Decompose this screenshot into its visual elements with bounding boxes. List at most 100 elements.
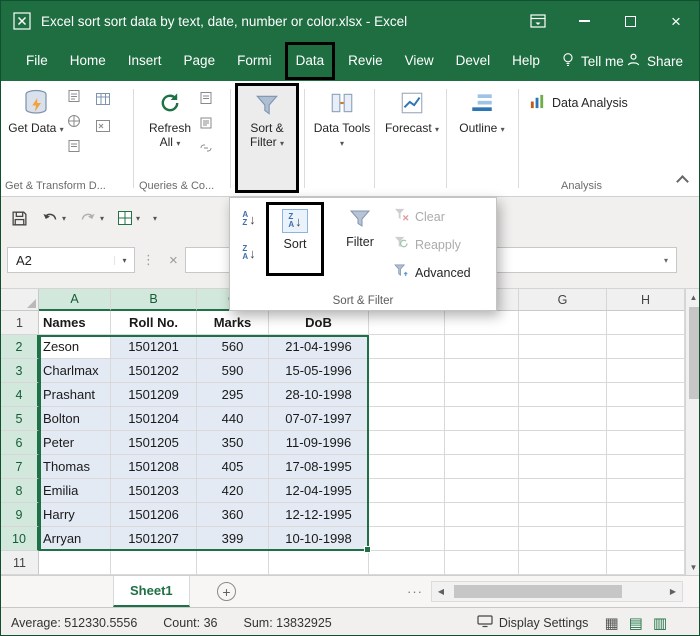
cell-H7[interactable]: [607, 455, 685, 479]
cell-G7[interactable]: [519, 455, 607, 479]
horizontal-scrollbar[interactable]: ◀ ▶: [431, 581, 683, 602]
row-header-7[interactable]: 7: [1, 455, 39, 479]
vertical-scrollbar-thumb[interactable]: [689, 307, 699, 399]
cell-D5[interactable]: 07-07-1997: [269, 407, 369, 431]
tab-view[interactable]: View: [394, 41, 445, 81]
formula-bar-grip-icon[interactable]: ⋮: [142, 252, 155, 268]
cell-B6[interactable]: 1501205: [111, 431, 197, 455]
cell-G6[interactable]: [519, 431, 607, 455]
select-all-corner[interactable]: [1, 289, 39, 311]
cell-F7[interactable]: [445, 455, 519, 479]
cell-F9[interactable]: [445, 503, 519, 527]
collapse-ribbon-icon[interactable]: [676, 175, 689, 188]
cell-E11[interactable]: [369, 551, 445, 575]
cell-G10[interactable]: [519, 527, 607, 551]
close-button[interactable]: ×: [653, 1, 699, 41]
cell-F1[interactable]: [445, 311, 519, 335]
row-header-1[interactable]: 1: [1, 311, 39, 335]
cell-G2[interactable]: [519, 335, 607, 359]
tab-home[interactable]: Home: [59, 41, 117, 81]
cell-A4[interactable]: Prashant: [39, 383, 111, 407]
sort-descending-button[interactable]: ZA ↓: [236, 240, 262, 266]
cell-A10[interactable]: Arryan: [39, 527, 111, 551]
horizontal-scrollbar-thumb[interactable]: [454, 585, 622, 598]
cell-E6[interactable]: [369, 431, 445, 455]
data-analysis-button[interactable]: Data Analysis: [529, 93, 628, 113]
cell-E10[interactable]: [369, 527, 445, 551]
cell-E5[interactable]: [369, 407, 445, 431]
cell-F3[interactable]: [445, 359, 519, 383]
cell-H10[interactable]: [607, 527, 685, 551]
clear-button[interactable]: Clear: [394, 208, 445, 225]
column-header-B[interactable]: B: [111, 289, 197, 311]
cell-G8[interactable]: [519, 479, 607, 503]
cell-C9[interactable]: 360: [197, 503, 269, 527]
cell-B11[interactable]: [111, 551, 197, 575]
cell-D2[interactable]: 21-04-1996: [269, 335, 369, 359]
vertical-scrollbar[interactable]: ▲ ▼: [685, 289, 700, 575]
cell-D1[interactable]: DoB: [269, 311, 369, 335]
cell-B10[interactable]: 1501207: [111, 527, 197, 551]
forecast-button[interactable]: Forecast ▾: [383, 85, 441, 137]
from-text-icon[interactable]: [67, 89, 81, 108]
refresh-all-button[interactable]: Refresh All ▾: [141, 85, 199, 151]
scroll-down-icon[interactable]: ▼: [686, 559, 700, 575]
cell-H4[interactable]: [607, 383, 685, 407]
cell-D9[interactable]: 12-12-1995: [269, 503, 369, 527]
cell-E4[interactable]: [369, 383, 445, 407]
cell-H11[interactable]: [607, 551, 685, 575]
tab-formi[interactable]: Formi: [226, 41, 283, 81]
cell-H5[interactable]: [607, 407, 685, 431]
cell-C6[interactable]: 350: [197, 431, 269, 455]
row-header-3[interactable]: 3: [1, 359, 39, 383]
redo-button[interactable]: ▾: [79, 211, 104, 226]
column-header-A[interactable]: A: [39, 289, 111, 311]
cell-A11[interactable]: [39, 551, 111, 575]
name-box-dropdown-icon[interactable]: ▾: [114, 256, 134, 265]
cell-E3[interactable]: [369, 359, 445, 383]
from-table-icon[interactable]: [95, 91, 111, 112]
row-header-10[interactable]: 10: [1, 527, 39, 551]
row-header-5[interactable]: 5: [1, 407, 39, 431]
cell-H1[interactable]: [607, 311, 685, 335]
cell-D7[interactable]: 17-08-1995: [269, 455, 369, 479]
filter-button[interactable]: Filter: [334, 206, 386, 272]
cell-A8[interactable]: Emilia: [39, 479, 111, 503]
new-sheet-button[interactable]: +: [217, 582, 236, 601]
cell-D3[interactable]: 15-05-1996: [269, 359, 369, 383]
properties-icon[interactable]: [199, 116, 213, 135]
minimize-button[interactable]: [561, 1, 607, 41]
cell-E9[interactable]: [369, 503, 445, 527]
cell-A3[interactable]: Charlmax: [39, 359, 111, 383]
cell-E7[interactable]: [369, 455, 445, 479]
sort-ascending-button[interactable]: AZ ↓: [236, 206, 262, 232]
cell-D10[interactable]: 10-10-1998: [269, 527, 369, 551]
scroll-up-icon[interactable]: ▲: [686, 289, 700, 305]
tab-help[interactable]: Help: [501, 41, 551, 81]
cell-G11[interactable]: [519, 551, 607, 575]
get-data-button[interactable]: Get Data ▾: [7, 85, 65, 137]
cell-F2[interactable]: [445, 335, 519, 359]
cell-B1[interactable]: Roll No.: [111, 311, 197, 335]
recent-sources-icon[interactable]: [67, 139, 81, 158]
cell-A7[interactable]: Thomas: [39, 455, 111, 479]
from-web-icon[interactable]: [67, 114, 81, 133]
cell-C5[interactable]: 440: [197, 407, 269, 431]
cell-F11[interactable]: [445, 551, 519, 575]
cell-D8[interactable]: 12-04-1995: [269, 479, 369, 503]
cell-B5[interactable]: 1501204: [111, 407, 197, 431]
formula-bar-expand-icon[interactable]: ▾: [664, 256, 668, 265]
cell-H3[interactable]: [607, 359, 685, 383]
cell-A6[interactable]: Peter: [39, 431, 111, 455]
cancel-icon[interactable]: ×: [169, 252, 178, 269]
sort-filter-button[interactable]: Sort & Filter ▾: [235, 83, 299, 193]
cell-A1[interactable]: Names: [39, 311, 111, 335]
row-header-11[interactable]: 11: [1, 551, 39, 575]
cell-C4[interactable]: 295: [197, 383, 269, 407]
cell-H2[interactable]: [607, 335, 685, 359]
cell-D6[interactable]: 11-09-1996: [269, 431, 369, 455]
save-button[interactable]: [11, 210, 28, 227]
cell-C11[interactable]: [197, 551, 269, 575]
sheet-tab-sheet1[interactable]: Sheet1: [113, 576, 190, 607]
row-header-9[interactable]: 9: [1, 503, 39, 527]
